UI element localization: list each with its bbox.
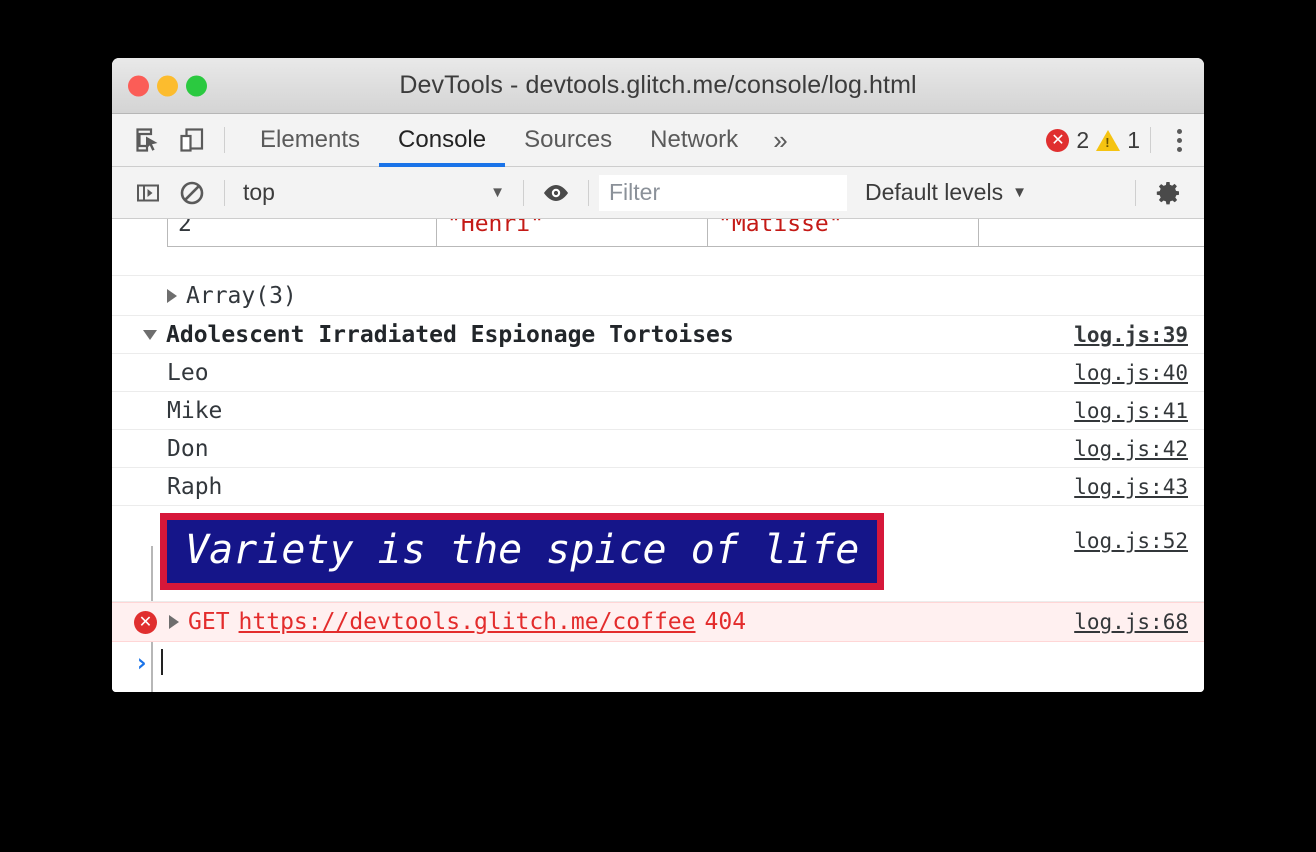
console-toolbar-divider-3 <box>588 180 589 206</box>
expanded-triangle-icon[interactable] <box>143 330 157 340</box>
console-prompt-row[interactable]: › <box>112 642 1204 682</box>
live-expression-eye-icon[interactable] <box>534 173 578 213</box>
log-levels-label: Default levels <box>865 179 1003 206</box>
more-tabs-icon[interactable]: » <box>757 114 803 166</box>
console-table: 2 "Henri" "Matisse" <box>167 219 1204 247</box>
inspect-element-icon[interactable] <box>126 120 170 160</box>
minimize-button[interactable] <box>157 75 178 96</box>
tab-sources[interactable]: Sources <box>505 114 631 166</box>
issue-counts[interactable]: ✕ 2 1 <box>1046 127 1140 154</box>
clear-console-icon[interactable] <box>170 173 214 213</box>
console-group-header[interactable]: Adolescent Irradiated Espionage Tortoise… <box>112 316 1204 354</box>
log-levels-selector[interactable]: Default levels ▼ <box>865 179 1027 206</box>
log-text: Raph <box>167 474 222 500</box>
console-message-list[interactable]: 2 "Henri" "Matisse" Array(3) Adolescent … <box>112 219 1204 692</box>
log-text: Mike <box>167 398 222 424</box>
devtools-window: DevTools - devtools.glitch.me/console/lo… <box>112 58 1204 692</box>
error-circle-icon: ✕ <box>134 611 157 634</box>
console-group-item: Don log.js:42 <box>112 430 1204 468</box>
source-link[interactable]: log.js:43 <box>1074 475 1188 499</box>
execution-context-selector[interactable]: top ▼ <box>235 179 513 206</box>
console-sidebar-icon[interactable] <box>126 173 170 213</box>
device-toolbar-icon[interactable] <box>170 120 214 160</box>
warning-triangle-icon <box>1096 130 1120 151</box>
screen: DevTools - devtools.glitch.me/console/lo… <box>0 0 1316 852</box>
collapsed-triangle-icon[interactable] <box>167 289 177 303</box>
table-row: 2 "Henri" "Matisse" <box>168 219 1205 247</box>
execution-context-value: top <box>243 179 275 206</box>
table-cell-last: "Matisse" <box>708 219 979 247</box>
panel-tabs: Elements Console Sources Network » <box>241 114 804 166</box>
console-group-item: Raph log.js:43 <box>112 468 1204 506</box>
window-controls <box>128 75 207 96</box>
request-url-link[interactable]: https://devtools.glitch.me/coffee <box>239 609 696 635</box>
text-cursor <box>161 649 163 675</box>
console-error-row[interactable]: ✕ GET https://devtools.glitch.me/coffee … <box>112 602 1204 642</box>
close-button[interactable] <box>128 75 149 96</box>
maximize-button[interactable] <box>186 75 207 96</box>
kebab-menu-icon[interactable] <box>1161 123 1194 158</box>
console-toolbar-right <box>1125 173 1204 213</box>
console-group-item: Leo log.js:40 <box>112 354 1204 392</box>
tab-console[interactable]: Console <box>379 114 505 166</box>
chevron-down-icon: ▼ <box>1012 184 1027 201</box>
tab-network[interactable]: Network <box>631 114 757 166</box>
console-array-row[interactable]: Array(3) <box>112 276 1204 316</box>
console-toolbar-divider-1 <box>224 180 225 206</box>
table-cell-index: 2 <box>168 219 437 247</box>
console-toolbar-divider-4 <box>1135 180 1136 206</box>
devtools-tabbar: Elements Console Sources Network » ✕ 2 1 <box>112 114 1204 167</box>
window-titlebar: DevTools - devtools.glitch.me/console/lo… <box>112 58 1204 114</box>
array-label: Array(3) <box>186 283 297 309</box>
styled-message-text: Variety is the spice of life <box>185 528 859 573</box>
filter-input[interactable] <box>599 175 847 211</box>
table-cell-first: "Henri" <box>437 219 708 247</box>
prompt-chevron-icon: › <box>134 648 149 677</box>
console-group-item: Mike log.js:41 <box>112 392 1204 430</box>
log-text: Don <box>167 436 209 462</box>
warning-count: 1 <box>1127 127 1140 154</box>
table-cell-empty <box>979 219 1205 247</box>
log-text: Leo <box>167 360 209 386</box>
settings-gear-icon[interactable] <box>1146 173 1190 213</box>
tabbar-divider <box>1150 127 1151 153</box>
group-title: Adolescent Irradiated Espionage Tortoise… <box>166 322 734 348</box>
console-toolbar-divider-2 <box>523 180 524 206</box>
source-link[interactable]: log.js:42 <box>1074 437 1188 461</box>
response-status: 404 <box>705 609 747 635</box>
source-link[interactable]: log.js:68 <box>1074 610 1188 634</box>
error-count: 2 <box>1076 127 1089 154</box>
source-link[interactable]: log.js:39 <box>1074 323 1188 347</box>
toolbar-divider <box>224 127 225 153</box>
source-link[interactable]: log.js:40 <box>1074 361 1188 385</box>
error-circle-icon: ✕ <box>1046 129 1069 152</box>
console-table-row: 2 "Henri" "Matisse" <box>112 219 1204 276</box>
source-link[interactable]: log.js:52 <box>1074 529 1188 553</box>
console-toolbar: top ▼ Default levels ▼ <box>112 167 1204 219</box>
request-method: GET <box>188 609 230 635</box>
tab-elements[interactable]: Elements <box>241 114 379 166</box>
window-title: DevTools - devtools.glitch.me/console/lo… <box>399 71 916 100</box>
collapsed-triangle-icon[interactable] <box>169 615 179 629</box>
tabbar-right-group: ✕ 2 1 <box>1046 123 1204 158</box>
chevron-down-icon: ▼ <box>490 184 513 201</box>
console-styled-message-row: Variety is the spice of life log.js:52 <box>112 506 1204 602</box>
styled-message-box: Variety is the spice of life <box>160 513 884 590</box>
source-link[interactable]: log.js:41 <box>1074 399 1188 423</box>
